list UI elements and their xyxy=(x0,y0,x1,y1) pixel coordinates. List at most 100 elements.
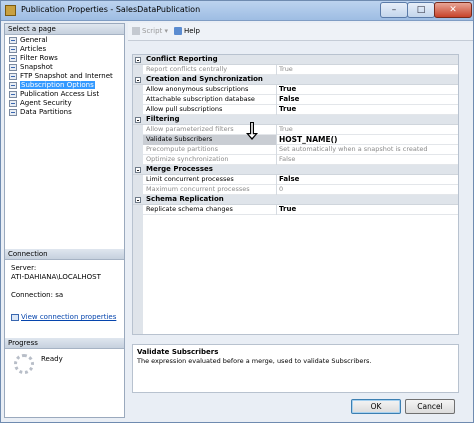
property-value[interactable]: True xyxy=(279,105,457,115)
property-row[interactable]: Allow anonymous subscriptions True xyxy=(143,85,458,95)
page-item[interactable]: Data Partitions xyxy=(8,108,123,117)
ok-button[interactable]: OK xyxy=(351,399,401,414)
down-arrow-icon xyxy=(246,122,258,140)
category-name: Merge Processes xyxy=(146,165,213,173)
cancel-button[interactable]: Cancel xyxy=(405,399,455,414)
category-name: Filtering xyxy=(146,115,180,123)
property-row[interactable]: Validate Subscribers HOST_NAME() xyxy=(143,135,458,145)
toolbar: Script ▾ Help xyxy=(128,23,473,41)
script-button[interactable]: Script ▾ xyxy=(132,27,168,36)
property-name: Optimize synchronization xyxy=(143,155,277,165)
property-name: Allow anonymous subscriptions xyxy=(143,85,277,95)
page-item-label: Subscription Options xyxy=(20,81,95,89)
help-button[interactable]: Help xyxy=(174,27,200,36)
page-item-label: General xyxy=(20,36,48,44)
view-connection-properties-link[interactable]: View connection properties xyxy=(21,313,116,321)
page-item[interactable]: FTP Snapshot and Internet xyxy=(8,72,123,81)
property-name: Maximum concurrent processes xyxy=(143,185,277,195)
server-label: Server: xyxy=(11,264,37,272)
property-name: Limit concurrent processes xyxy=(143,175,277,185)
close-button[interactable]: ✕ xyxy=(434,2,472,18)
category-row[interactable]: Conflict Reporting xyxy=(133,55,458,65)
page-icon xyxy=(9,55,17,62)
property-value[interactable]: True xyxy=(279,85,457,95)
property-name: Replicate schema changes xyxy=(143,205,277,215)
page-item[interactable]: General xyxy=(8,36,123,45)
server-value: ATI-DAHIANA\LOCALHOST xyxy=(11,273,101,281)
collapse-icon[interactable] xyxy=(135,57,141,63)
page-item[interactable]: Filter Rows xyxy=(8,54,123,63)
page-icon xyxy=(9,73,17,80)
page-icon xyxy=(9,46,17,53)
page-icon xyxy=(9,109,17,116)
left-pane: Select a page General Articles Filter Rows… xyxy=(4,23,125,418)
description-panel: Validate Subscribers The expression eval… xyxy=(132,344,459,393)
collapse-icon[interactable] xyxy=(135,77,141,83)
page-item[interactable]: Subscription Options xyxy=(8,81,123,90)
maximize-button[interactable]: □ xyxy=(407,2,435,18)
spinner-icon xyxy=(14,354,34,374)
publication-properties-window: Publication Properties - SalesDataPublic… xyxy=(0,0,474,423)
page-item-label: Data Partitions xyxy=(20,108,72,116)
property-value[interactable]: False xyxy=(279,175,457,185)
page-list: General Articles Filter Rows Snapshot FTP Sn… xyxy=(8,36,123,117)
connection-icon xyxy=(11,313,19,321)
page-item[interactable]: Snapshot xyxy=(8,63,123,72)
property-value: 0 xyxy=(279,185,284,193)
page-item-label: Publication Access List xyxy=(20,90,100,98)
property-row[interactable]: Report conflicts centrally True xyxy=(143,65,458,75)
property-row[interactable]: Maximum concurrent processes 0 xyxy=(143,185,458,195)
progress-header: Progress xyxy=(5,338,124,349)
property-name: Attachable subscription database xyxy=(143,95,277,105)
progress-status: Ready xyxy=(41,355,63,363)
property-row[interactable]: Allow parameterized filters True xyxy=(143,125,458,135)
page-item[interactable]: Agent Security xyxy=(8,99,123,108)
collapse-icon[interactable] xyxy=(135,197,141,203)
property-row[interactable]: Precompute partitions Set automatically w… xyxy=(143,145,458,155)
category-name: Schema Replication xyxy=(146,195,224,203)
property-name: Report conflicts centrally xyxy=(143,65,277,75)
window-title: Publication Properties - SalesDataPublic… xyxy=(21,5,201,14)
collapse-icon[interactable] xyxy=(135,117,141,123)
page-item[interactable]: Articles xyxy=(8,45,123,54)
connection-text: Connection: sa xyxy=(11,291,64,299)
connection-info: Server: ATI-DAHIANA\LOCALHOST Connection… xyxy=(11,264,123,322)
help-icon xyxy=(174,27,182,35)
property-value[interactable]: False xyxy=(279,95,457,105)
script-icon xyxy=(132,27,140,35)
property-value: True xyxy=(279,65,293,73)
category-row[interactable]: Creation and Synchronization xyxy=(133,75,458,85)
description-text: The expression evaluated before a merge,… xyxy=(137,357,372,365)
page-item-label: Agent Security xyxy=(20,99,72,107)
description-title: Validate Subscribers xyxy=(137,348,219,356)
property-value: Set automatically when a snapshot is cre… xyxy=(279,145,428,153)
property-value[interactable]: True xyxy=(279,205,457,215)
page-icon xyxy=(9,100,17,107)
page-item[interactable]: Publication Access List xyxy=(8,90,123,99)
property-row[interactable]: Optimize synchronization False xyxy=(143,155,458,165)
property-row[interactable]: Limit concurrent processes False xyxy=(143,175,458,185)
property-value[interactable]: HOST_NAME() xyxy=(279,135,457,145)
property-row[interactable]: Attachable subscription database False xyxy=(143,95,458,105)
title-bar[interactable]: Publication Properties - SalesDataPublic… xyxy=(1,1,473,21)
property-value: False xyxy=(279,155,296,163)
property-row[interactable]: Replicate schema changes True xyxy=(143,205,458,215)
minimize-button[interactable]: – xyxy=(380,2,408,18)
connection-header: Connection xyxy=(5,249,124,260)
category-row[interactable]: Filtering xyxy=(133,115,458,125)
collapse-icon[interactable] xyxy=(135,167,141,173)
category-name: Creation and Synchronization xyxy=(146,75,263,83)
page-item-label: Filter Rows xyxy=(20,54,58,62)
category-row[interactable]: Schema Replication xyxy=(133,195,458,205)
property-name: Allow pull subscriptions xyxy=(143,105,277,115)
page-icon xyxy=(9,82,17,89)
publication-icon xyxy=(5,5,16,16)
property-grid: Conflict Reporting Report conflicts centr… xyxy=(132,54,459,335)
category-row[interactable]: Merge Processes xyxy=(133,165,458,175)
category-name: Conflict Reporting xyxy=(146,55,218,63)
page-item-label: Snapshot xyxy=(20,63,53,71)
page-icon xyxy=(9,64,17,71)
page-icon xyxy=(9,37,17,44)
property-value: True xyxy=(279,125,293,133)
property-row[interactable]: Allow pull subscriptions True xyxy=(143,105,458,115)
